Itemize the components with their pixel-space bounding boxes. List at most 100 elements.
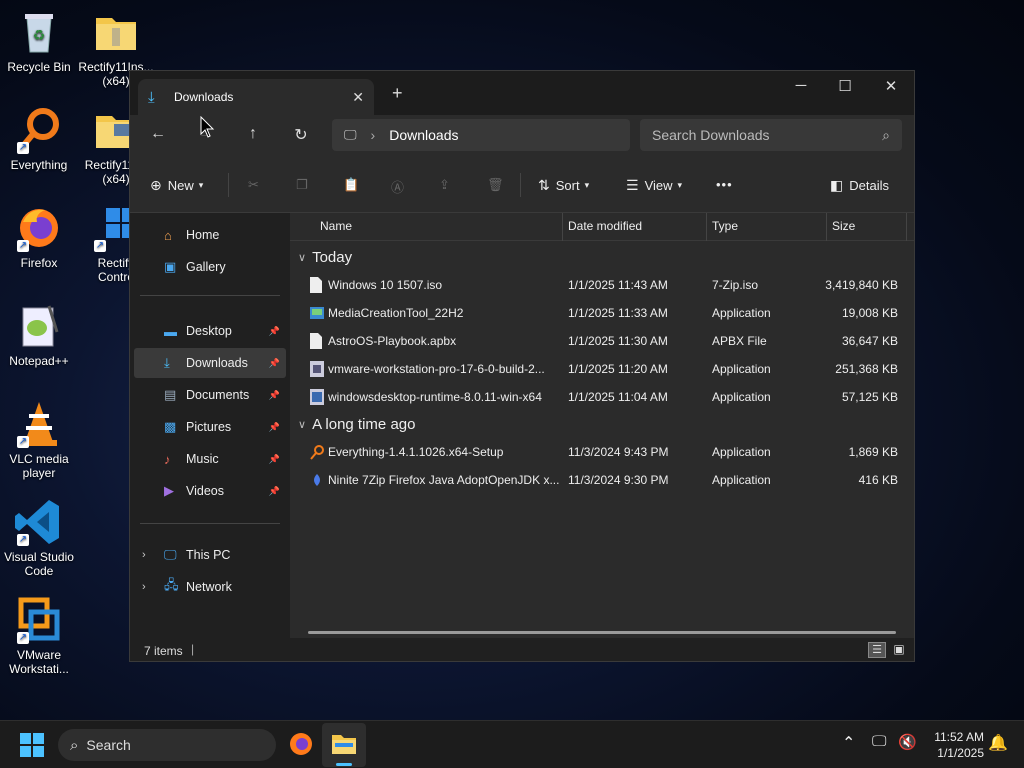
- gallery-icon: ▣: [164, 259, 177, 274]
- group-header-a-long-time-ago[interactable]: ∨ A long time ago: [298, 416, 415, 433]
- rename-icon[interactable]: Ⓐ: [391, 177, 404, 196]
- shortcut-arrow-icon: ↗: [17, 632, 29, 644]
- tab-downloads[interactable]: ⤓ Downloads ✕: [138, 79, 374, 115]
- file-row[interactable]: Ninite 7Zip Firefox Java AdoptOpenJDK x.…: [290, 466, 914, 494]
- sidebar-item-music[interactable]: ♪ Music 📌: [134, 444, 286, 474]
- desktop-icon-everything[interactable]: ↗ Everything: [1, 106, 77, 172]
- column-divider[interactable]: [826, 213, 827, 241]
- address-bar[interactable]: 🖵 › Downloads: [332, 119, 630, 151]
- sidebar-item-pictures[interactable]: ▩ Pictures 📌: [134, 412, 286, 442]
- vlc-icon: ↗: [15, 400, 63, 448]
- vscode-icon: ↗: [15, 498, 63, 546]
- search-input[interactable]: Search Downloads ⌕: [640, 119, 902, 151]
- close-tab-icon[interactable]: ✕: [352, 89, 364, 106]
- file-row[interactable]: Windows 10 1507.iso 1/1/2025 11:43 AM 7-…: [290, 271, 914, 299]
- sort-label: Sort: [555, 178, 580, 193]
- more-options-button[interactable]: •••: [716, 177, 733, 192]
- column-name[interactable]: Name: [320, 219, 352, 233]
- sidebar-item-desktop[interactable]: ▬ Desktop 📌: [134, 316, 286, 346]
- taskbar-firefox-icon[interactable]: [288, 731, 314, 760]
- group-header-today[interactable]: ∨ Today: [298, 249, 352, 266]
- details-view-icon[interactable]: ☰: [868, 642, 886, 658]
- notification-bell-icon[interactable]: 🔔: [988, 733, 1008, 753]
- show-hidden-icons-chevron-up-icon[interactable]: ⌃: [842, 733, 855, 753]
- sidebar-item-documents[interactable]: ▤ Documents 📌: [134, 380, 286, 410]
- sidebar-item-videos[interactable]: ▶ Videos 📌: [134, 476, 286, 506]
- sidebar-item-this-pc[interactable]: › 🖵 This PC: [134, 540, 286, 570]
- title-bar: ⤓ Downloads ✕ + ─ ☐ ✕: [130, 71, 914, 115]
- tiles-view-icon[interactable]: ▣: [890, 642, 908, 658]
- file-row[interactable]: AstroOS-Playbook.apbx 1/1/2025 11:30 AM …: [290, 327, 914, 355]
- paste-icon[interactable]: 📋: [343, 177, 359, 193]
- file-size: 19,008 KB: [841, 306, 898, 320]
- start-windows-icon[interactable]: [20, 733, 44, 760]
- minimize-button[interactable]: ─: [778, 77, 824, 94]
- copy-icon[interactable]: ❐: [296, 177, 308, 193]
- file-icon: [310, 333, 324, 349]
- share-icon[interactable]: ⇪: [439, 177, 450, 193]
- delete-icon[interactable]: 🗑: [487, 177, 504, 193]
- taskbar-search-box[interactable]: ⌕ Search: [58, 729, 276, 761]
- desktop-icon-vscode[interactable]: ↗ Visual Studio Code: [1, 498, 77, 578]
- command-bar: ⊕ New ▾ ✂ ❐ 📋 Ⓐ ⇪ 🗑 ⇅ Sort ▾ ☰ View ▾ ••…: [130, 159, 914, 213]
- sidebar-item-downloads[interactable]: ⤓ Downloads 📌: [134, 348, 286, 378]
- desktop-icon-firefox[interactable]: ↗ Firefox: [1, 204, 77, 270]
- column-divider[interactable]: [706, 213, 707, 241]
- column-date-modified[interactable]: Date modified: [568, 219, 642, 233]
- column-divider[interactable]: [906, 213, 907, 241]
- desktop-icon-vlc[interactable]: ↗ VLC media player: [1, 400, 77, 480]
- desktop-icon-label: Firefox: [20, 256, 58, 270]
- column-size[interactable]: Size: [832, 219, 855, 233]
- notepadpp-icon: [15, 302, 63, 350]
- pin-icon: 📌: [268, 325, 280, 336]
- file-type: Application: [712, 445, 771, 459]
- sidebar-item-network[interactable]: › 🖧 Network: [134, 572, 286, 602]
- file-name: Windows 10 1507.iso: [328, 278, 443, 292]
- divider: [228, 173, 229, 197]
- refresh-icon[interactable]: ↻: [289, 125, 313, 145]
- file-size: 57,125 KB: [841, 390, 898, 404]
- close-window-button[interactable]: ✕: [868, 77, 914, 95]
- file-name: windowsdesktop-runtime-8.0.11-win-x64: [328, 390, 542, 404]
- chevron-right-icon[interactable]: ›: [371, 127, 376, 143]
- horizontal-scrollbar[interactable]: [308, 631, 896, 634]
- desktop-icon-vmware[interactable]: ↗ VMware Workstati...: [1, 596, 77, 676]
- sidebar-item-gallery[interactable]: ▣ Gallery: [134, 252, 286, 282]
- computer-icon: 🖵: [164, 547, 177, 562]
- view-button[interactable]: ☰ View ▾: [626, 177, 682, 194]
- sidebar-item-home[interactable]: ⌂ Home: [134, 220, 286, 250]
- file-row[interactable]: windowsdesktop-runtime-8.0.11-win-x64 1/…: [290, 383, 914, 411]
- file-row[interactable]: vmware-workstation-pro-17-6-0-build-2...…: [290, 355, 914, 383]
- file-date: 1/1/2025 11:33 AM: [568, 306, 668, 320]
- cut-icon[interactable]: ✂: [248, 177, 259, 193]
- clock[interactable]: 11:52 AM 1/1/2025: [926, 729, 984, 761]
- taskbar-file-explorer-button[interactable]: [322, 723, 366, 767]
- active-indicator: [336, 763, 352, 766]
- chevron-right-icon[interactable]: ›: [142, 581, 146, 593]
- status-separator: |: [191, 642, 195, 656]
- music-folder-icon: ♪: [164, 451, 171, 467]
- taskbar-search-label: Search: [86, 737, 131, 753]
- chevron-down-icon: ▾: [584, 180, 590, 190]
- network-tray-icon[interactable]: 🖵: [872, 733, 886, 750]
- desktop-icon-notepadpp[interactable]: Notepad++: [1, 302, 77, 368]
- file-row[interactable]: MediaCreationTool_22H2 1/1/2025 11:33 AM…: [290, 299, 914, 327]
- desktop-icon-recycle-bin[interactable]: ♻ Recycle Bin: [1, 8, 77, 74]
- new-label: New: [167, 178, 194, 193]
- up-arrow-icon[interactable]: ↑: [241, 125, 265, 143]
- maximize-button[interactable]: ☐: [822, 77, 868, 95]
- new-tab-button[interactable]: +: [392, 83, 403, 104]
- back-arrow-icon[interactable]: ←: [146, 125, 170, 143]
- volume-muted-icon[interactable]: 🔇: [898, 733, 917, 751]
- file-size: 416 KB: [858, 473, 898, 487]
- new-button[interactable]: ⊕ New ▾: [150, 177, 203, 194]
- file-row[interactable]: Everything-1.4.1.1026.x64-Setup 11/3/202…: [290, 438, 914, 466]
- chevron-right-icon[interactable]: ›: [142, 549, 146, 561]
- column-type[interactable]: Type: [712, 219, 738, 233]
- sort-button[interactable]: ⇅ Sort ▾: [538, 177, 589, 194]
- chevron-down-icon: ∨: [298, 419, 307, 431]
- column-divider[interactable]: [562, 213, 563, 241]
- everything-search-icon: ↗: [15, 106, 63, 154]
- details-button[interactable]: ◧ Details: [830, 177, 889, 194]
- videos-folder-icon: ▶: [164, 483, 174, 498]
